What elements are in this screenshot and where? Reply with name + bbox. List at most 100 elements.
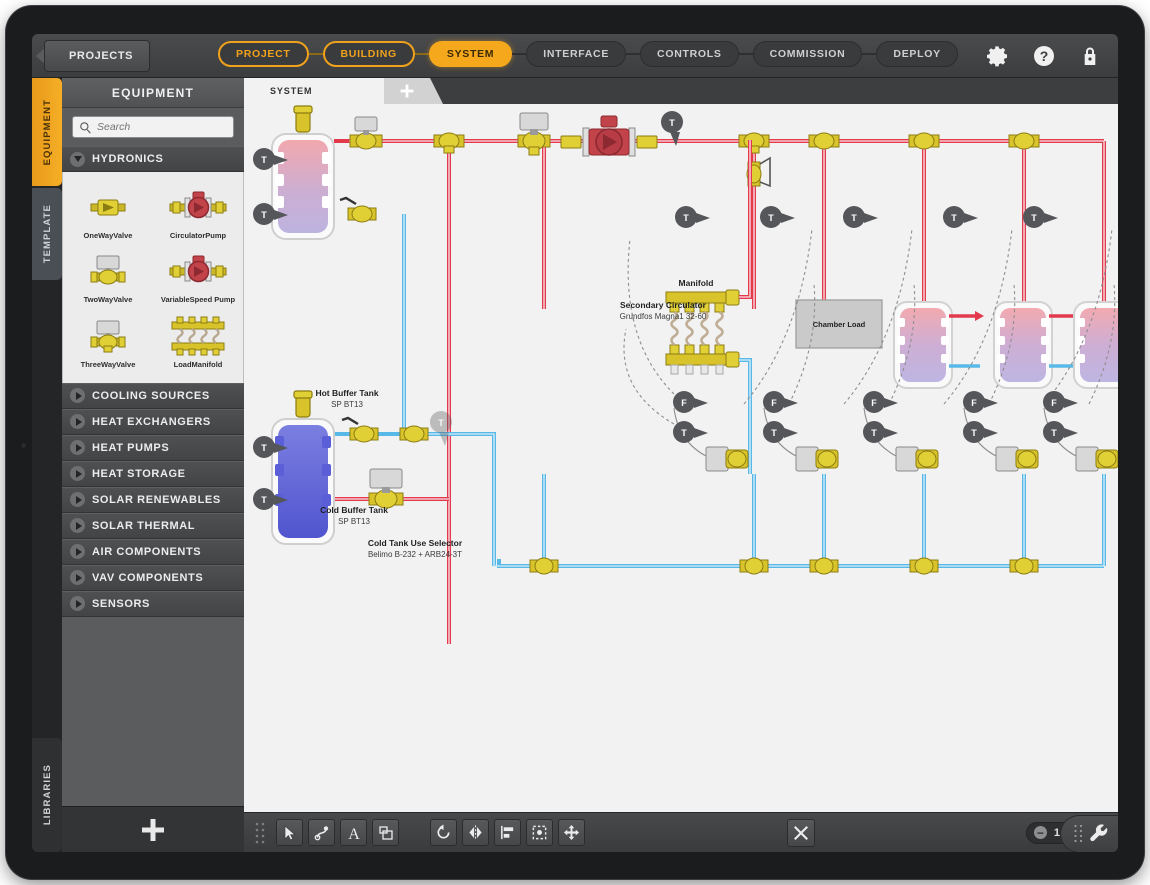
projects-button[interactable]: PROJECTS <box>44 40 151 72</box>
category-header-solar-thermal[interactable]: SOLAR THERMAL <box>62 512 244 539</box>
chevron-right-icon <box>70 596 85 612</box>
node-path-icon <box>314 825 328 840</box>
cold-tank-use-selector-symbol <box>368 468 404 509</box>
add-equipment-button[interactable] <box>140 817 166 843</box>
settings-tool-button[interactable] <box>1060 815 1118 852</box>
breadcrumb-label: PROJECT <box>236 48 291 60</box>
search-box[interactable] <box>72 116 234 138</box>
sensor-tag-T: T <box>673 421 708 443</box>
svg-text:F: F <box>1051 398 1057 408</box>
category-header-solar-renewables[interactable]: SOLAR RENEWABLES <box>62 486 244 513</box>
palette-item-label: OneWayValve <box>83 231 133 240</box>
pointer-icon <box>284 824 296 840</box>
breadcrumb-step-deploy[interactable]: DEPLOY <box>876 41 958 67</box>
app-window: PROJECTS PROJECT BUILDING SYSTEM INTERFA… <box>32 34 1118 852</box>
palette-item-circulator-pump[interactable]: CirculatorPump <box>153 180 243 244</box>
palette-item-load-manifold[interactable]: LoadManifold <box>153 309 243 373</box>
align-icon <box>501 825 514 840</box>
zoom-out-button[interactable]: − <box>1033 826 1047 839</box>
delete-button[interactable] <box>786 818 815 847</box>
chevron-down-icon <box>70 151 85 167</box>
palette-item-variable-speed-pump[interactable]: VariableSpeed Pump <box>153 244 243 308</box>
palette-item-label: LoadManifold <box>173 359 223 369</box>
sidetab-equipment[interactable]: EQUIPMENT <box>32 78 62 186</box>
path-tool-button[interactable] <box>308 819 335 846</box>
mirror-tool-button[interactable] <box>462 819 489 846</box>
breadcrumb-step-controls[interactable]: CONTROLS <box>640 41 739 67</box>
category-header-vav-components[interactable]: VAV COMPONENTS <box>62 564 244 591</box>
text-tool-button[interactable]: A <box>340 819 367 846</box>
svg-text:T: T <box>261 495 267 505</box>
breadcrumb-step-interface[interactable]: INTERFACE <box>526 41 627 67</box>
load-pump-1 <box>705 446 749 472</box>
label-cold-tank-use-selector-title: Cold Tank Use Selector <box>368 538 463 548</box>
breadcrumb-step-building[interactable]: BUILDING <box>322 41 415 67</box>
palette-item-two-way-valve[interactable]: TwoWayValve <box>63 244 153 308</box>
breadcrumb-label: BUILDING <box>340 48 397 60</box>
category-header-air-components[interactable]: AIR COMPONENTS <box>62 538 244 565</box>
breadcrumb-step-system[interactable]: SYSTEM <box>428 41 513 67</box>
breadcrumb-label: SYSTEM <box>446 48 495 60</box>
valve-hot-580 <box>808 132 840 150</box>
svg-text:T: T <box>261 210 267 220</box>
sensor-tag-F: F <box>673 391 708 413</box>
label-chamber-load: Chamber Load <box>813 320 866 329</box>
sensor-tag-F: F <box>863 391 898 413</box>
shape-tool-button[interactable] <box>372 819 399 846</box>
top-bar-icon-group: ? <box>986 44 1102 68</box>
breadcrumb-step-commission[interactable]: COMMISSION <box>752 41 863 67</box>
breadcrumb-label: CONTROLS <box>657 48 722 60</box>
label-hot-buffer-tank-subtitle: SP BT13 <box>331 400 363 409</box>
wrench-icon <box>1090 824 1108 842</box>
toolbar-grip-handle[interactable] <box>254 821 268 845</box>
breadcrumb-connector <box>414 53 429 55</box>
category-label: HEAT STORAGE <box>92 467 186 480</box>
help-icon[interactable]: ? <box>1032 44 1056 68</box>
chevron-right-icon <box>70 440 85 456</box>
category-header-heat-exchangers[interactable]: HEAT EXCHANGERS <box>62 408 244 435</box>
select-tool-button[interactable] <box>276 819 303 846</box>
palette-item-one-way-valve[interactable]: OneWayValve <box>63 180 153 244</box>
rotate-tool-button[interactable] <box>430 819 457 846</box>
sensor-tag-F: F <box>963 391 998 413</box>
tab-system[interactable]: SYSTEM <box>244 78 397 104</box>
cold-tank-valve-2 <box>399 425 429 443</box>
lock-icon[interactable] <box>1078 44 1102 68</box>
align-tool-button[interactable] <box>494 819 521 846</box>
gear-icon[interactable] <box>986 44 1010 68</box>
cold-buffer-tank-symbol <box>271 390 335 545</box>
sensor-tag-T: T <box>843 206 878 228</box>
breadcrumb-label: DEPLOY <box>893 48 941 60</box>
category-header-sensors[interactable]: SENSORS <box>62 590 244 617</box>
category-header-heat-storage[interactable]: HEAT STORAGE <box>62 460 244 487</box>
sidetab-libraries[interactable]: LIBRARIES <box>32 738 62 852</box>
rotate-icon <box>437 824 450 839</box>
sensor-tag-T: T <box>763 421 798 443</box>
category-header-cooling-sources[interactable]: COOLING SOURCES <box>62 382 244 409</box>
category-header-hydronics[interactable]: HYDRONICS <box>62 146 244 172</box>
sidetab-template-label: TEMPLATE <box>41 204 53 264</box>
svg-text:T: T <box>768 213 774 223</box>
sidetab-template[interactable]: TEMPLATE <box>32 188 62 280</box>
category-header-heat-pumps[interactable]: HEAT PUMPS <box>62 434 244 461</box>
one-way-valve-icon <box>90 188 126 226</box>
palette-item-three-way-valve[interactable]: ThreeWayValve <box>63 309 153 373</box>
tablet-device-frame: PROJECTS PROJECT BUILDING SYSTEM INTERFA… <box>6 6 1144 879</box>
label-hot-buffer-tank-title: Hot Buffer Tank <box>315 388 378 398</box>
sensor-callouts: T T T T T T T T T T T F T F T F T F T F … <box>253 111 1078 510</box>
bottom-toolbar: A − <box>244 812 1118 852</box>
category-label: SOLAR THERMAL <box>92 519 196 532</box>
svg-text:T: T <box>851 213 857 223</box>
chevron-right-icon <box>70 570 85 586</box>
breadcrumb-step-project[interactable]: PROJECT <box>218 41 309 67</box>
new-tab-button[interactable] <box>384 78 443 104</box>
projects-button-label: PROJECTS <box>69 50 134 62</box>
shape-icon <box>378 825 393 840</box>
schematic-canvas[interactable]: T T T T T T T T T T T F T F T F T F T F … <box>244 104 1118 812</box>
move-tool-button[interactable] <box>558 819 585 846</box>
search-input[interactable] <box>97 121 234 133</box>
valve-hot-510 <box>738 132 770 154</box>
return-tee-3 <box>809 557 839 575</box>
marquee-tool-button[interactable] <box>526 819 553 846</box>
label-manifold: Manifold <box>679 278 714 288</box>
